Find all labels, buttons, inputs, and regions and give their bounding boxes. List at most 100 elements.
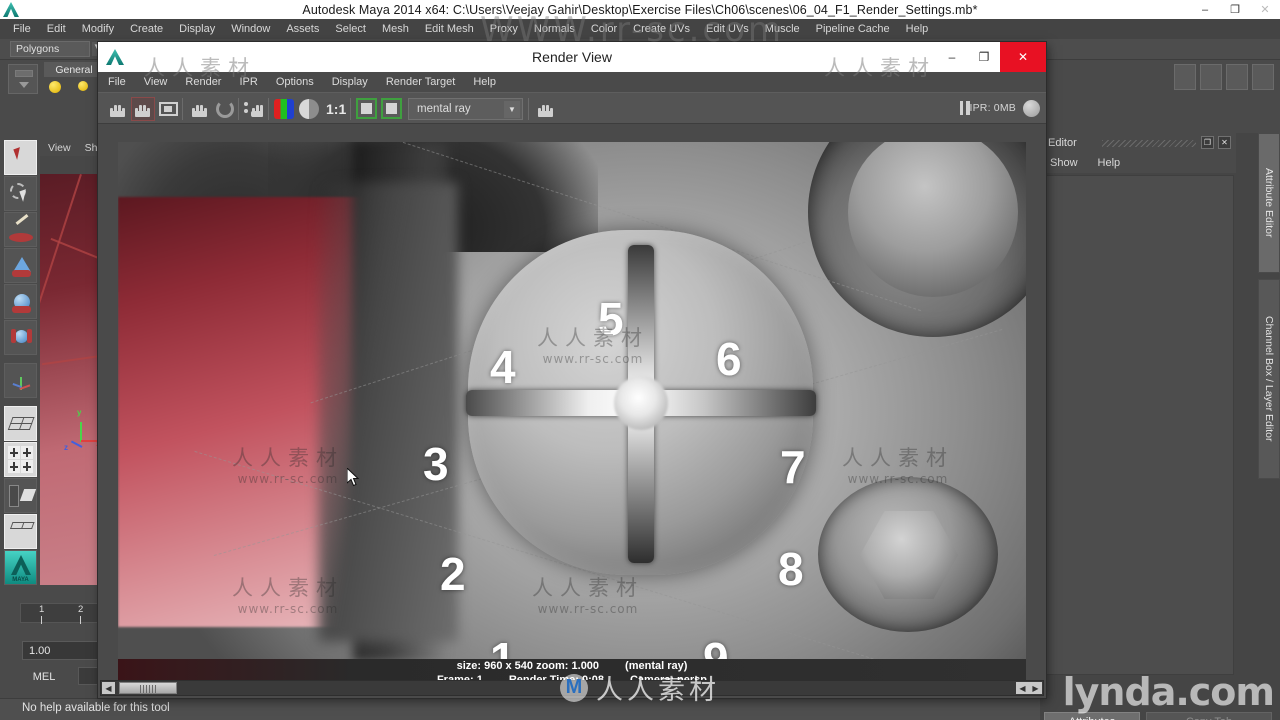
minimize-button[interactable]: – bbox=[1190, 0, 1220, 19]
menu-assets[interactable]: Assets bbox=[278, 23, 327, 35]
close-panel-button[interactable]: ✕ bbox=[1218, 136, 1231, 149]
keep-image-button[interactable] bbox=[356, 98, 377, 119]
right-panel-menu-show[interactable]: Show bbox=[1050, 157, 1078, 169]
sidebar-item-maya-shelf[interactable]: MAYA bbox=[4, 550, 37, 585]
render-view-window: Render View – ❐ ✕ File View Render IPR O… bbox=[98, 42, 1046, 698]
render-view-menu-render-target[interactable]: Render Target bbox=[386, 76, 466, 88]
close-button[interactable]: ✕ bbox=[1250, 0, 1280, 19]
shelf-group-general[interactable]: General bbox=[44, 62, 104, 77]
paintbrush-icon bbox=[9, 233, 33, 242]
sidebar-item-lasso-tool[interactable] bbox=[4, 176, 37, 211]
callout-number: 8 bbox=[778, 543, 804, 595]
render-view-horizontal-scrollbar[interactable]: ◀ ◀ ▶ bbox=[100, 680, 1044, 696]
render-view-menu-view[interactable]: View bbox=[144, 76, 178, 88]
hypershade-icon[interactable] bbox=[1252, 64, 1274, 90]
scroll-right-arrow-icon[interactable]: ◀ bbox=[1016, 682, 1029, 694]
menu-edit-uvs[interactable]: Edit UVs bbox=[698, 23, 757, 35]
menu-edit-mesh[interactable]: Edit Mesh bbox=[417, 23, 482, 35]
sidebar-item-paint-select-tool[interactable] bbox=[4, 212, 37, 247]
render-image-canvas[interactable]: 1 2 3 4 5 6 7 8 9 人人素材 www.rr-sc.com 人人素… bbox=[118, 142, 1026, 687]
sidebar-item-persp-graph-layout[interactable] bbox=[4, 514, 37, 549]
command-line-mode-label[interactable]: MEL bbox=[14, 668, 74, 685]
sidebar-item-single-perspective-layout[interactable] bbox=[4, 406, 37, 441]
shelf-selector[interactable] bbox=[8, 64, 38, 94]
menu-mesh[interactable]: Mesh bbox=[374, 23, 417, 35]
renderer-select[interactable]: mental ray ▼ bbox=[408, 98, 523, 120]
attributes-button[interactable]: Attributes bbox=[1044, 712, 1140, 720]
ipr-region-button[interactable] bbox=[244, 97, 268, 121]
chevron-down-icon[interactable]: ▼ bbox=[504, 101, 520, 118]
keep-image-icon bbox=[361, 103, 372, 114]
maya-title-bar: Autodesk Maya 2014 x64: C:\Users\Veejay … bbox=[0, 0, 1280, 19]
sidebar-item-rotate-tool[interactable] bbox=[4, 284, 37, 319]
render-view-menu-file[interactable]: File bbox=[108, 76, 136, 88]
ipr-render-button[interactable] bbox=[188, 97, 212, 121]
render-region-button[interactable] bbox=[131, 97, 155, 121]
render-view-minimize-button[interactable]: – bbox=[936, 42, 968, 72]
render-settings-icon[interactable] bbox=[1226, 64, 1248, 90]
render-view-menu-ipr[interactable]: IPR bbox=[239, 76, 267, 88]
render-view-icon[interactable] bbox=[1200, 64, 1222, 90]
render-view-close-button[interactable]: ✕ bbox=[1000, 42, 1046, 72]
right-panel: Editor ❐ ✕ Show Help Attribute Editor Ch… bbox=[1040, 133, 1280, 720]
menu-select[interactable]: Select bbox=[327, 23, 374, 35]
menu-proxy[interactable]: Proxy bbox=[482, 23, 526, 35]
menu-color[interactable]: Color bbox=[583, 23, 625, 35]
refresh-button[interactable] bbox=[213, 97, 237, 121]
render-view-menu-display[interactable]: Display bbox=[332, 76, 378, 88]
menu-create-uvs[interactable]: Create UVs bbox=[625, 23, 698, 35]
redo-render-button[interactable] bbox=[106, 97, 130, 121]
scroll-left-arrow-icon[interactable]: ◀ bbox=[102, 682, 115, 694]
right-panel-menu-help[interactable]: Help bbox=[1098, 157, 1121, 169]
render-view-menu-options[interactable]: Options bbox=[276, 76, 324, 88]
render-view-restore-button[interactable]: ❐ bbox=[968, 42, 1000, 72]
menu-window[interactable]: Window bbox=[223, 23, 278, 35]
viewport-menu-shading[interactable]: Sh bbox=[85, 142, 98, 154]
sidebar-item-move-tool[interactable] bbox=[4, 248, 37, 283]
render-view-menu-help[interactable]: Help bbox=[473, 76, 506, 88]
render-current-frame-icon[interactable] bbox=[1174, 64, 1196, 90]
sidebar-item-select-tool[interactable] bbox=[4, 140, 37, 175]
hand-region-icon bbox=[135, 102, 151, 117]
menu-pipeline-cache[interactable]: Pipeline Cache bbox=[808, 23, 898, 35]
status-dot-icon[interactable] bbox=[1023, 100, 1040, 117]
shelf-tab-polygons[interactable]: Polygons bbox=[10, 41, 90, 57]
sidebar-item-scale-tool[interactable] bbox=[4, 320, 37, 355]
sidebar-item-four-view-layout[interactable] bbox=[4, 442, 37, 477]
menu-muscle[interactable]: Muscle bbox=[757, 23, 808, 35]
scroll-right-arrow-icon-2[interactable]: ▶ bbox=[1029, 682, 1042, 694]
copy-tab-button[interactable]: Copy Tab bbox=[1146, 712, 1272, 720]
maya-window-title: Autodesk Maya 2014 x64: C:\Users\Veejay … bbox=[302, 2, 978, 17]
menu-modify[interactable]: Modify bbox=[74, 23, 122, 35]
sidebar-item-universal-manipulator[interactable] bbox=[4, 363, 37, 398]
remove-image-button[interactable] bbox=[381, 98, 402, 119]
undock-panel-button[interactable]: ❐ bbox=[1201, 136, 1214, 149]
scrollbar-thumb[interactable] bbox=[119, 682, 177, 694]
rgb-channel-button[interactable] bbox=[274, 99, 294, 119]
real-size-button[interactable]: 1:1 bbox=[326, 101, 346, 117]
viewport-menu-view[interactable]: View bbox=[48, 142, 71, 154]
menu-display[interactable]: Display bbox=[171, 23, 223, 35]
render-view-menu-render[interactable]: Render bbox=[185, 76, 231, 88]
attribute-editor-body[interactable] bbox=[1044, 175, 1234, 675]
menu-create[interactable]: Create bbox=[122, 23, 171, 35]
display-render-settings-button[interactable] bbox=[534, 97, 558, 121]
screen-root: Autodesk Maya 2014 x64: C:\Users\Veejay … bbox=[0, 0, 1280, 720]
ambient-light-icon[interactable] bbox=[44, 78, 66, 96]
menu-help[interactable]: Help bbox=[898, 23, 937, 35]
drag-handle[interactable] bbox=[1102, 140, 1196, 147]
grid-single-icon bbox=[7, 417, 35, 431]
sidebar-item-outliner-persp-layout[interactable] bbox=[4, 478, 37, 513]
directional-light-icon[interactable] bbox=[70, 78, 92, 96]
restore-button[interactable]: ❐ bbox=[1220, 0, 1250, 19]
tab-attribute-editor[interactable]: Attribute Editor bbox=[1258, 133, 1280, 273]
attribute-editor-footer: Attributes Copy Tab bbox=[1040, 710, 1280, 720]
menu-file[interactable]: File bbox=[5, 23, 39, 35]
snapshot-button[interactable] bbox=[156, 97, 180, 121]
menu-edit[interactable]: Edit bbox=[39, 23, 74, 35]
callout-number: 7 bbox=[780, 441, 806, 493]
tab-channel-box-layer-editor[interactable]: Channel Box / Layer Editor bbox=[1258, 279, 1280, 479]
menu-normals[interactable]: Normals bbox=[526, 23, 583, 35]
render-view-menu-bar: File View Render IPR Options Display Ren… bbox=[98, 72, 1046, 92]
alpha-channel-button[interactable] bbox=[299, 99, 319, 119]
